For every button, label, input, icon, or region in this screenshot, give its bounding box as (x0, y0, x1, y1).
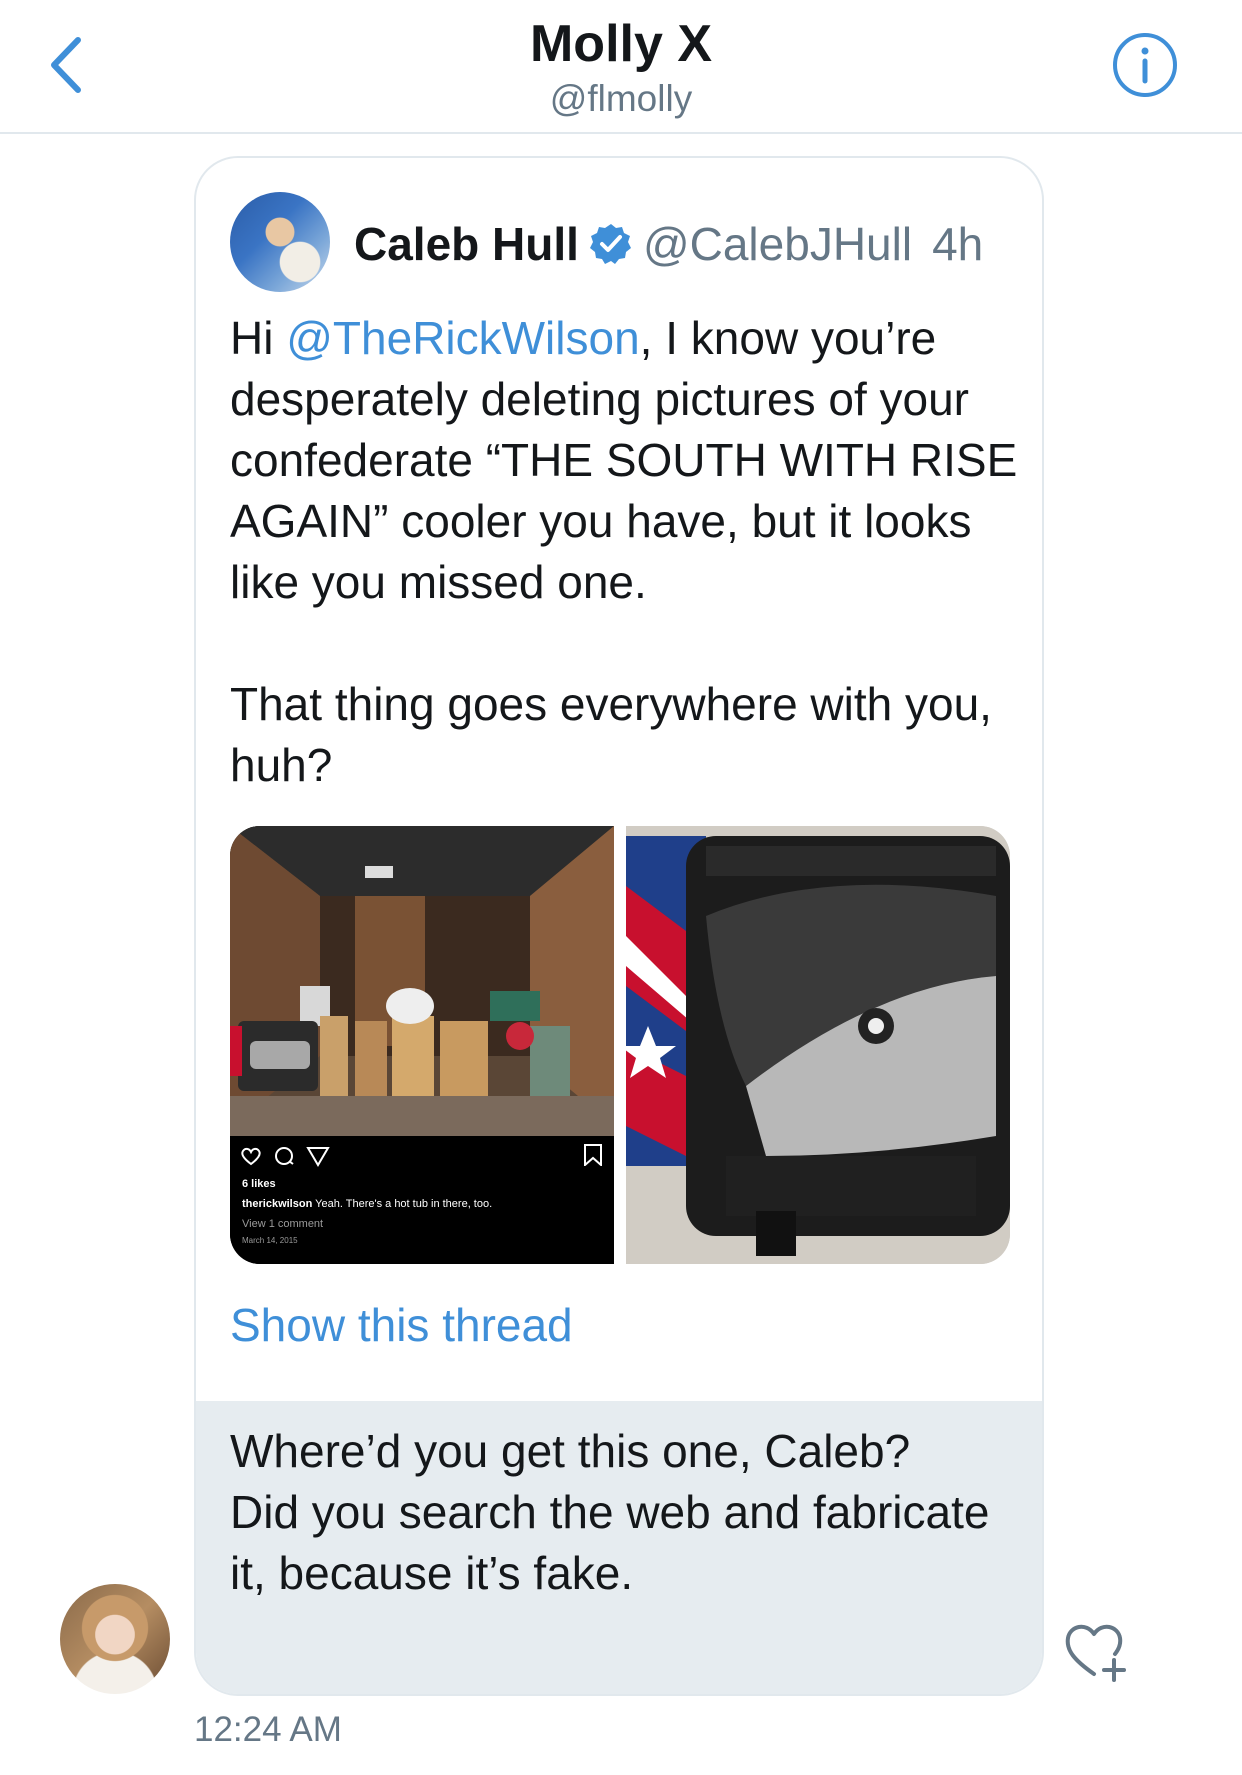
show-thread-link[interactable]: Show this thread (230, 1298, 573, 1352)
instagram-caption: therickwilson Yeah. There's a hot tub in… (242, 1198, 492, 1210)
instagram-caption-user: therickwilson (242, 1198, 313, 1210)
author-name: Caleb Hull (354, 218, 579, 270)
info-icon (1113, 33, 1177, 97)
heart-plus-icon (1065, 1624, 1126, 1682)
verified-badge-icon (589, 224, 631, 264)
instagram-likes: 6 likes (242, 1178, 276, 1190)
tweet-paragraph-1: Hi @TheRickWilson, I know you’re despera… (230, 308, 1020, 613)
info-button[interactable] (1110, 30, 1180, 100)
tweet-author-line: Caleb Hull @CalebJHull 4h (354, 214, 983, 274)
mention-link[interactable]: @TheRickWilson (286, 312, 639, 364)
instagram-comments: View 1 comment (242, 1218, 324, 1230)
tweet-media-grid: 6 likes therickwilson Yeah. There's a ho… (230, 826, 1010, 1264)
message-text: Where’d you get this one, Caleb? Did you… (230, 1425, 990, 1599)
truck-interior-image (230, 826, 614, 1136)
message-text-area: Where’d you get this one, Caleb? Did you… (196, 1401, 1042, 1694)
instagram-caption-bar: 6 likes therickwilson Yeah. There's a ho… (230, 1136, 614, 1264)
bookmark-icon (584, 1144, 602, 1166)
media-photo-1[interactable]: 6 likes therickwilson Yeah. There's a ho… (230, 826, 614, 1264)
heart-comment-share-icon (241, 1147, 330, 1167)
conversation-title: Molly X (529, 15, 713, 73)
cooler-closeup-image (620, 826, 1010, 1264)
tweet-text: Hi @TheRickWilson, I know you’re despera… (230, 308, 1020, 796)
tweet-time: 4h (932, 218, 984, 270)
tweet-paragraph-2: That thing goes everywhere with you, huh… (230, 678, 992, 791)
message-timestamp: 12:24 AM (194, 1710, 342, 1749)
author-handle: @CalebJHull (642, 218, 913, 270)
instagram-action-icons (240, 1144, 332, 1174)
tweet-text-prefix: Hi (230, 312, 287, 364)
instagram-date: March 14, 2015 (242, 1236, 298, 1245)
instagram-caption-text: Yeah. There's a hot tub in there, too. (312, 1198, 493, 1210)
author-avatar (230, 192, 330, 292)
conversation-header: Molly X @flmolly (0, 0, 1242, 134)
message-bubble: Caleb Hull @CalebJHull 4h Hi @TheRickWils… (194, 156, 1044, 1696)
sender-avatar[interactable] (60, 1584, 170, 1694)
quoted-tweet-card[interactable]: Caleb Hull @CalebJHull 4h Hi @TheRickWils… (196, 158, 1042, 1401)
conversation-handle: @flmolly (549, 78, 693, 119)
like-message-button[interactable] (1064, 1616, 1132, 1684)
media-photo-2[interactable] (620, 826, 1010, 1264)
